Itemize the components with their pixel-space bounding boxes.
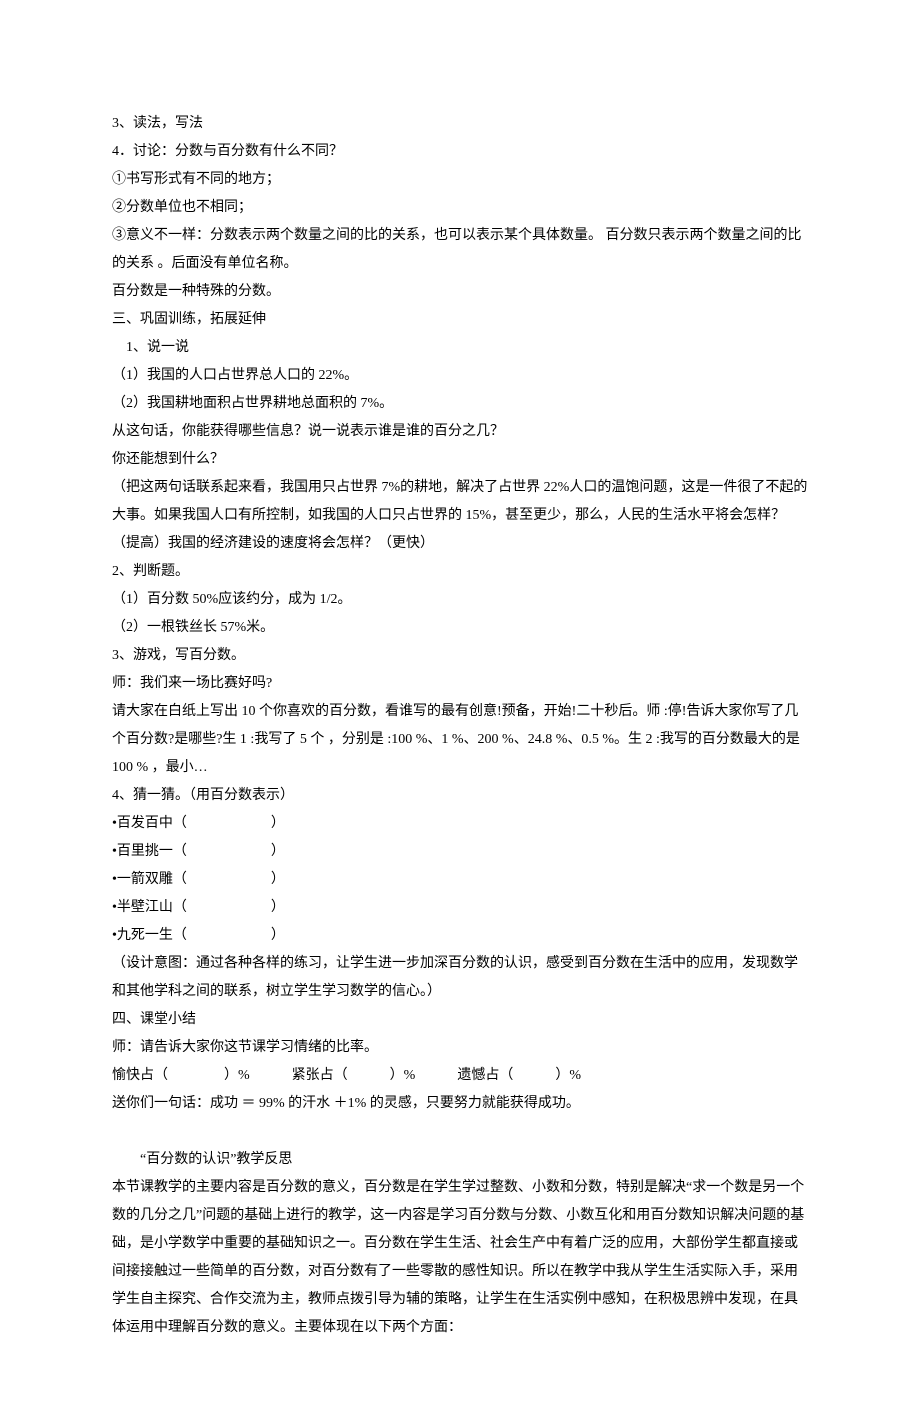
text-line: 愉快占（ ）% 紧张占（ ）% 遗憾占（ ）% <box>112 1062 808 1090</box>
text-line: 你还能想到什么？ <box>112 446 808 474</box>
text-line <box>112 1118 808 1146</box>
text-line: 本节课教学的主要内容是百分数的意义，百分数是在学生学过整数、小数和分数，特别是解… <box>112 1174 808 1342</box>
text-line: •百里挑一（ ） <box>112 838 808 866</box>
text-line: ②分数单位也不相同； <box>112 194 808 222</box>
text-line: 3、读法，写法 <box>112 110 808 138</box>
text-line: •一箭双雕（ ） <box>112 866 808 894</box>
text-line: 师：请告诉大家你这节课学习情绪的比率。 <box>112 1034 808 1062</box>
text-line: （把这两句话联系起来看，我国用只占世界 7%的耕地，解决了占世界 22%人口的温… <box>112 474 808 558</box>
text-line: •九死一生（ ） <box>112 922 808 950</box>
text-line: 从这句话，你能获得哪些信息？说一说表示谁是谁的百分之几？ <box>112 418 808 446</box>
text-line: 请大家在白纸上写出 10 个你喜欢的百分数，看谁写的最有创意!预备，开始!二十秒… <box>112 698 808 782</box>
text-line: 3、游戏，写百分数。 <box>112 642 808 670</box>
text-line: 4．讨论：分数与百分数有什么不同？ <box>112 138 808 166</box>
text-line: •半壁江山（ ） <box>112 894 808 922</box>
text-line: 师：我们来一场比赛好吗? <box>112 670 808 698</box>
text-line: 四、课堂小结 <box>112 1006 808 1034</box>
text-line: （1）我国的人口占世界总人口的 22%。 <box>112 362 808 390</box>
text-line: 1、说一说 <box>112 334 808 362</box>
text-line: ①书写形式有不同的地方； <box>112 166 808 194</box>
document-body: 3、读法，写法4．讨论：分数与百分数有什么不同？①书写形式有不同的地方；②分数单… <box>112 110 808 1342</box>
text-line: （2）我国耕地面积占世界耕地总面积的 7%。 <box>112 390 808 418</box>
text-line: （设计意图：通过各种各样的练习，让学生进一步加深百分数的认识，感受到百分数在生活… <box>112 950 808 1006</box>
text-line: ③意义不一样：分数表示两个数量之间的比的关系，也可以表示某个具体数量。 百分数只… <box>112 222 808 278</box>
text-line: 三、巩固训练，拓展延伸 <box>112 306 808 334</box>
text-line: •百发百中（ ） <box>112 810 808 838</box>
text-line: （2）一根铁丝长 57%米。 <box>112 614 808 642</box>
text-line: 百分数是一种特殊的分数。 <box>112 278 808 306</box>
text-line: 4、猜一猜。（用百分数表示） <box>112 782 808 810</box>
text-line: 送你们一句话：成功 ＝ 99% 的汗水 ＋1% 的灵感，只要努力就能获得成功。 <box>112 1090 808 1118</box>
text-line: （1）百分数 50%应该约分，成为 1/2。 <box>112 586 808 614</box>
text-line: “百分数的认识”教学反思 <box>112 1146 808 1174</box>
text-line: 2、判断题。 <box>112 558 808 586</box>
